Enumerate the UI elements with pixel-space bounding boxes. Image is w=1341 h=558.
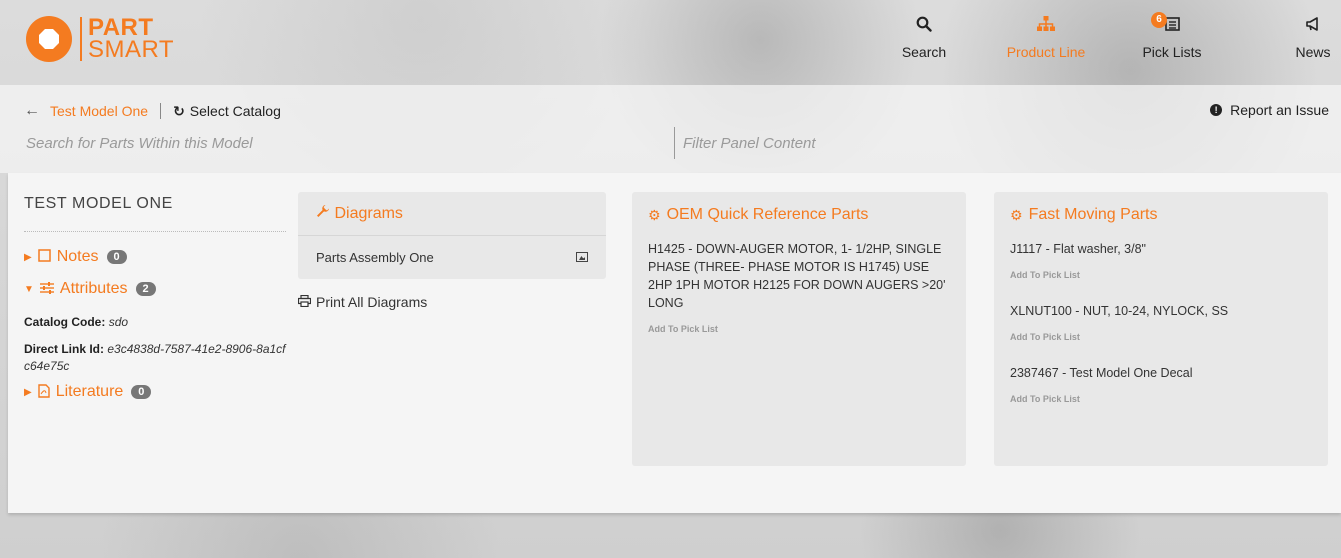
- part-description: J1117 - Flat washer, 3/8": [1010, 242, 1146, 256]
- parts-search-input[interactable]: [26, 127, 626, 159]
- model-info-column: TEST MODEL ONE ▶ Notes 0 ▼ Attributes 2 …: [24, 195, 286, 401]
- notes-toggle[interactable]: ▶ Notes 0: [24, 248, 286, 266]
- add-to-pick-list-button[interactable]: Add To Pick List: [1010, 270, 1080, 280]
- back-arrow-icon[interactable]: ←: [24, 102, 40, 120]
- caret-right-icon: ▶: [24, 386, 32, 398]
- logo-mark-icon: [26, 16, 72, 62]
- megaphone-icon: [1293, 16, 1333, 38]
- notes-count-badge: 0: [106, 250, 127, 264]
- nav-pick-lists-label: Pick Lists: [1142, 44, 1202, 60]
- direct-link-label: Direct Link Id:: [24, 342, 105, 356]
- literature-label: Literature: [55, 383, 124, 400]
- nav-search-label: Search: [901, 44, 947, 60]
- print-icon: [297, 294, 312, 310]
- add-to-pick-list-button[interactable]: Add To Pick List: [1010, 394, 1080, 404]
- nav-search[interactable]: Search: [900, 16, 948, 60]
- print-all-label: Print All Diagrams: [316, 294, 428, 310]
- fast-moving-parts-card: ⚙ Fast Moving Parts J1117 - Flat washer,…: [994, 192, 1328, 466]
- filter-panel-input[interactable]: [674, 127, 1274, 159]
- part-description: 2387467 - Test Model One Decal: [1010, 366, 1193, 380]
- cogs-icon: ⚙: [1010, 206, 1023, 223]
- background-bottom-strip: [0, 513, 1341, 558]
- literature-count-badge: 0: [131, 385, 152, 399]
- attributes-toggle[interactable]: ▼ Attributes 2: [24, 280, 286, 298]
- top-nav: Search Product Line 6 Pick Lists News: [900, 12, 1341, 66]
- catalog-code-attribute: Catalog Code: sdo: [24, 314, 286, 331]
- model-title: TEST MODEL ONE: [24, 195, 286, 232]
- diagram-item-label: Parts Assembly One: [316, 250, 434, 265]
- wrench-icon: [316, 205, 334, 222]
- oem-quick-reference-card: ⚙ OEM Quick Reference Parts H1425 - DOWN…: [632, 192, 966, 466]
- nav-news[interactable]: News: [1293, 16, 1333, 60]
- list-item: XLNUT100 - NUT, 10-24, NYLOCK, SS Add To…: [1010, 302, 1312, 342]
- app-header: PART SMART Search Product Line 6 Pick Li…: [0, 0, 1341, 85]
- list-item: 2387467 - Test Model One Decal Add To Pi…: [1010, 364, 1312, 404]
- diagrams-card: Diagrams Parts Assembly One Print All Di…: [297, 192, 606, 310]
- diagrams-card-header: Diagrams: [298, 192, 606, 236]
- list-item: H1425 - DOWN-AUGER MOTOR, 1- 1/2HP, SING…: [648, 240, 950, 334]
- part-description: H1425 - DOWN-AUGER MOTOR, 1- 1/2HP, SING…: [648, 242, 946, 310]
- list-item: J1117 - Flat washer, 3/8" Add To Pick Li…: [1010, 240, 1312, 280]
- nav-product-line[interactable]: Product Line: [1004, 16, 1088, 60]
- diagrams-title: Diagrams: [334, 205, 403, 222]
- catalog-code-value: sdo: [108, 315, 129, 329]
- sitemap-icon: [1004, 16, 1088, 38]
- search-icon: [900, 16, 948, 38]
- print-all-diagrams-link[interactable]: Print All Diagrams: [297, 294, 606, 310]
- logo-text: PART SMART: [88, 16, 175, 63]
- breadcrumb-divider: [160, 103, 162, 119]
- caret-down-icon: ▼: [24, 283, 34, 295]
- exclamation-circle-icon: !: [1210, 104, 1223, 116]
- logo-text-line2: SMART: [88, 36, 175, 63]
- oem-card-title: OEM Quick Reference Parts: [666, 206, 869, 223]
- notes-label: Notes: [56, 248, 99, 265]
- report-issue-link[interactable]: ! Report an Issue: [1210, 102, 1329, 118]
- breadcrumb-model-link[interactable]: Test Model One: [50, 103, 148, 119]
- add-to-pick-list-button[interactable]: Add To Pick List: [1010, 332, 1080, 342]
- report-issue-label: Report an Issue: [1230, 102, 1329, 118]
- logo-divider: [80, 17, 82, 61]
- fast-card-title: Fast Moving Parts: [1028, 206, 1158, 223]
- list-icon: 6: [1137, 12, 1207, 38]
- pdf-file-icon: [38, 383, 50, 401]
- catalog-code-label: Catalog Code:: [24, 315, 106, 329]
- attributes-count-badge: 2: [135, 282, 156, 296]
- cogs-icon: ⚙: [648, 206, 661, 223]
- sub-toolbar: ← Test Model One ↻ Select Catalog ! Repo…: [0, 85, 1341, 173]
- pick-list-count-badge: 6: [1151, 12, 1167, 28]
- sticky-note-icon: [37, 249, 51, 265]
- sliders-icon: [39, 281, 54, 297]
- fast-card-header: ⚙ Fast Moving Parts: [1010, 206, 1312, 224]
- direct-link-attribute: Direct Link Id: e3c4838d-7587-41e2-8906-…: [24, 341, 286, 375]
- oem-card-header: ⚙ OEM Quick Reference Parts: [648, 206, 950, 224]
- image-icon: [576, 252, 588, 262]
- select-catalog-link[interactable]: Select Catalog: [190, 103, 281, 119]
- nav-news-label: News: [1295, 44, 1331, 60]
- part-description: XLNUT100 - NUT, 10-24, NYLOCK, SS: [1010, 304, 1229, 318]
- attributes-label: Attributes: [59, 280, 128, 297]
- refresh-icon: ↻: [173, 102, 185, 119]
- literature-toggle[interactable]: ▶ Literature 0: [24, 383, 286, 401]
- model-detail-panel: TEST MODEL ONE ▶ Notes 0 ▼ Attributes 2 …: [8, 173, 1341, 513]
- breadcrumb: ← Test Model One ↻ Select Catalog: [24, 102, 281, 120]
- caret-right-icon: ▶: [24, 251, 32, 263]
- partsmart-logo[interactable]: PART SMART: [26, 16, 174, 62]
- add-to-pick-list-button[interactable]: Add To Pick List: [648, 324, 718, 334]
- nav-pick-lists[interactable]: 6 Pick Lists: [1137, 12, 1207, 60]
- diagram-item[interactable]: Parts Assembly One: [298, 236, 606, 279]
- nav-product-line-label: Product Line: [1006, 44, 1086, 60]
